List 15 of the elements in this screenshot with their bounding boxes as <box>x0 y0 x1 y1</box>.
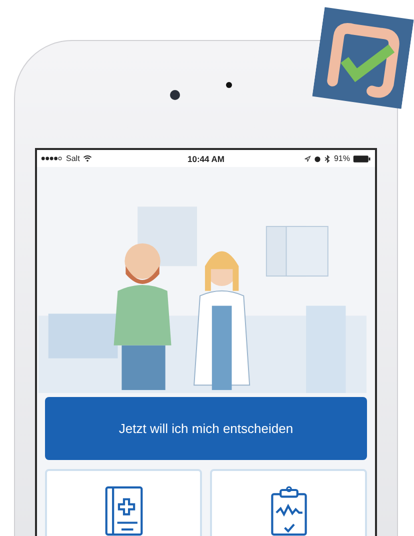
status-time: 10:44 AM <box>187 154 224 164</box>
alarm-icon <box>314 154 321 162</box>
signal-icon <box>41 156 63 161</box>
decide-button[interactable]: Jetzt will ich mich entscheiden <box>45 397 367 460</box>
bluetooth-icon <box>324 154 331 162</box>
menu-card[interactable] <box>45 469 202 536</box>
camera-icon <box>170 90 180 100</box>
menu-card[interactable] <box>210 469 367 536</box>
battery-percent: 91% <box>334 154 350 163</box>
wifi-icon <box>82 155 92 162</box>
sensor-icon <box>226 82 232 88</box>
battery-icon <box>352 154 371 162</box>
location-icon <box>304 154 311 162</box>
carrier-name: Salt <box>66 154 80 163</box>
medical-book-icon <box>102 485 144 536</box>
